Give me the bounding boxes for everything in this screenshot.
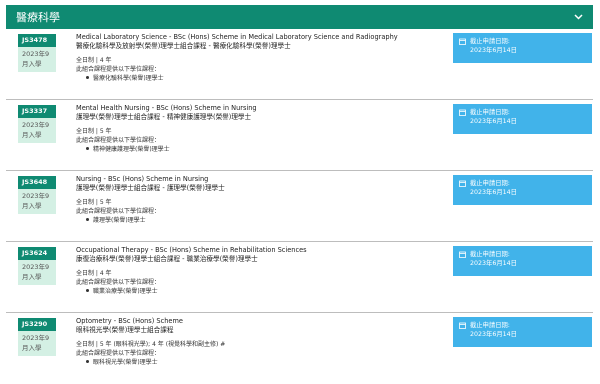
program-meta: JS3624 2023年9月入學: [18, 247, 56, 285]
award-label: 眼科視光學(榮譽)理學士: [93, 359, 158, 366]
program-code-badge[interactable]: JS3478: [18, 34, 56, 47]
offer-note: 此組合課程提供以下學位課程：: [76, 279, 161, 286]
section-header-medical-science[interactable]: 醫療科學: [6, 5, 593, 29]
deadline-box: 截止申請日期: 2023年6月14日: [453, 246, 592, 276]
study-mode: 全日制 | 5 年 (眼科視光學); 4 年 (視覺科學和副主修) #: [76, 341, 226, 348]
award-label: 職業治療學(榮譽)理學士: [93, 288, 158, 295]
program-details: Optometry - BSc (Hons) Scheme 眼科視光學(榮譽)理…: [76, 317, 436, 368]
intake-label: 2023年9月入學: [18, 260, 56, 285]
section-title: 醫療科學: [16, 11, 60, 24]
program-details: Mental Health Nursing - BSc (Hons) Schem…: [76, 104, 436, 155]
program-meta: JS3337 2023年9月入學: [18, 105, 56, 143]
deadline-label: 截止申請日期:: [470, 109, 510, 116]
program-item: JS3290 2023年9月入學 Optometry - BSc (Hons) …: [6, 313, 593, 384]
offer-note: 此組合課程提供以下學位課程：: [76, 350, 161, 357]
program-title-en[interactable]: Medical Laboratory Science - BSc (Hons) …: [76, 33, 436, 42]
deadline-box: 截止申請日期: 2023年6月14日: [453, 33, 592, 63]
program-details: Occupational Therapy - BSc (Hons) Scheme…: [76, 246, 436, 297]
chevron-down-icon[interactable]: [571, 10, 585, 24]
program-details: Medical Laboratory Science - BSc (Hons) …: [76, 33, 436, 84]
study-mode: 全日制 | 4 年: [76, 57, 112, 64]
award-item: 精神健康護理學(榮譽)理學士: [76, 145, 436, 155]
program-details: Nursing - BSc (Hons) Scheme in Nursing 護…: [76, 175, 436, 226]
calendar-icon: [459, 251, 466, 258]
program-code-badge[interactable]: JS3624: [18, 247, 56, 260]
program-title-zh: 護理學(榮譽)理學士組合課程 - 護理學(榮譽)理學士: [76, 184, 225, 192]
program-title-zh: 康復治療科學(榮譽)理學士組合課程 - 職業治療學(榮譽)理學士: [76, 255, 258, 263]
deadline-date: 2023年6月14日: [470, 47, 517, 54]
offer-note: 此組合課程提供以下學位課程：: [76, 208, 161, 215]
program-item: JS3648 2023年9月入學 Nursing - BSc (Hons) Sc…: [6, 171, 593, 242]
study-mode: 全日制 | 4 年: [76, 270, 112, 277]
award-label: 精神健康護理學(榮譽)理學士: [93, 146, 170, 153]
program-title-zh: 醫療化驗科學及放射學(榮譽)理學士組合課程 - 醫療化驗科學(榮譽)理學士: [76, 42, 291, 50]
intake-label: 2023年9月入學: [18, 189, 56, 214]
award-item: 職業治療學(榮譽)理學士: [76, 287, 436, 297]
program-item: JS3624 2023年9月入學 Occupational Therapy - …: [6, 242, 593, 313]
bullet-icon: [86, 289, 89, 292]
award-item: 護理學(榮譽)理學士: [76, 216, 436, 226]
offer-note: 此組合課程提供以下學位課程：: [76, 137, 161, 144]
offer-note: 此組合課程提供以下學位課程：: [76, 66, 161, 73]
deadline-date: 2023年6月14日: [470, 260, 517, 267]
program-title-zh: 護理學(榮譽)理學士組合課程 - 精神健康護理學(榮譽)理學士: [76, 113, 252, 121]
bullet-icon: [86, 147, 89, 150]
deadline-label: 截止申請日期:: [470, 38, 510, 45]
program-meta: JS3478 2023年9月入學: [18, 34, 56, 72]
intake-label: 2023年9月入學: [18, 331, 56, 356]
program-title-en[interactable]: Nursing - BSc (Hons) Scheme in Nursing: [76, 175, 436, 184]
calendar-icon: [459, 38, 466, 45]
study-mode: 全日制 | 5 年: [76, 128, 112, 135]
intake-label: 2023年9月入學: [18, 47, 56, 72]
deadline-box: 截止申請日期: 2023年6月14日: [453, 104, 592, 134]
program-code-badge[interactable]: JS3648: [18, 176, 56, 189]
deadline-label: 截止申請日期:: [470, 180, 510, 187]
award-item: 眼科視光學(榮譽)理學士: [76, 358, 436, 368]
program-title-en[interactable]: Occupational Therapy - BSc (Hons) Scheme…: [76, 246, 436, 255]
program-meta: JS3648 2023年9月入學: [18, 176, 56, 214]
bullet-icon: [86, 360, 89, 363]
program-code-badge[interactable]: JS3290: [18, 318, 56, 331]
deadline-date: 2023年6月14日: [470, 118, 517, 125]
program-item: JS3478 2023年9月入學 Medical Laboratory Scie…: [6, 29, 593, 100]
award-label: 醫療化驗科學(榮譽)理學士: [93, 75, 164, 82]
calendar-icon: [459, 322, 466, 329]
intake-label: 2023年9月入學: [18, 118, 56, 143]
program-code-badge[interactable]: JS3337: [18, 105, 56, 118]
deadline-date: 2023年6月14日: [470, 189, 517, 196]
program-list: JS3478 2023年9月入學 Medical Laboratory Scie…: [6, 29, 593, 384]
bullet-icon: [86, 76, 89, 79]
deadline-date: 2023年6月14日: [470, 331, 517, 338]
deadline-label: 截止申請日期:: [470, 322, 510, 329]
bullet-icon: [86, 218, 89, 221]
program-meta: JS3290 2023年9月入學: [18, 318, 56, 356]
calendar-icon: [459, 180, 466, 187]
study-mode: 全日制 | 5 年: [76, 199, 112, 206]
award-label: 護理學(榮譽)理學士: [93, 217, 146, 224]
deadline-box: 截止申請日期: 2023年6月14日: [453, 175, 592, 205]
deadline-box: 截止申請日期: 2023年6月14日: [453, 317, 592, 347]
program-title-zh: 眼科視光學(榮譽)理學士組合課程: [76, 326, 174, 334]
program-item: JS3337 2023年9月入學 Mental Health Nursing -…: [6, 100, 593, 171]
program-title-en[interactable]: Optometry - BSc (Hons) Scheme: [76, 317, 436, 326]
calendar-icon: [459, 109, 466, 116]
deadline-label: 截止申請日期:: [470, 251, 510, 258]
program-title-en[interactable]: Mental Health Nursing - BSc (Hons) Schem…: [76, 104, 436, 113]
award-item: 醫療化驗科學(榮譽)理學士: [76, 74, 436, 84]
